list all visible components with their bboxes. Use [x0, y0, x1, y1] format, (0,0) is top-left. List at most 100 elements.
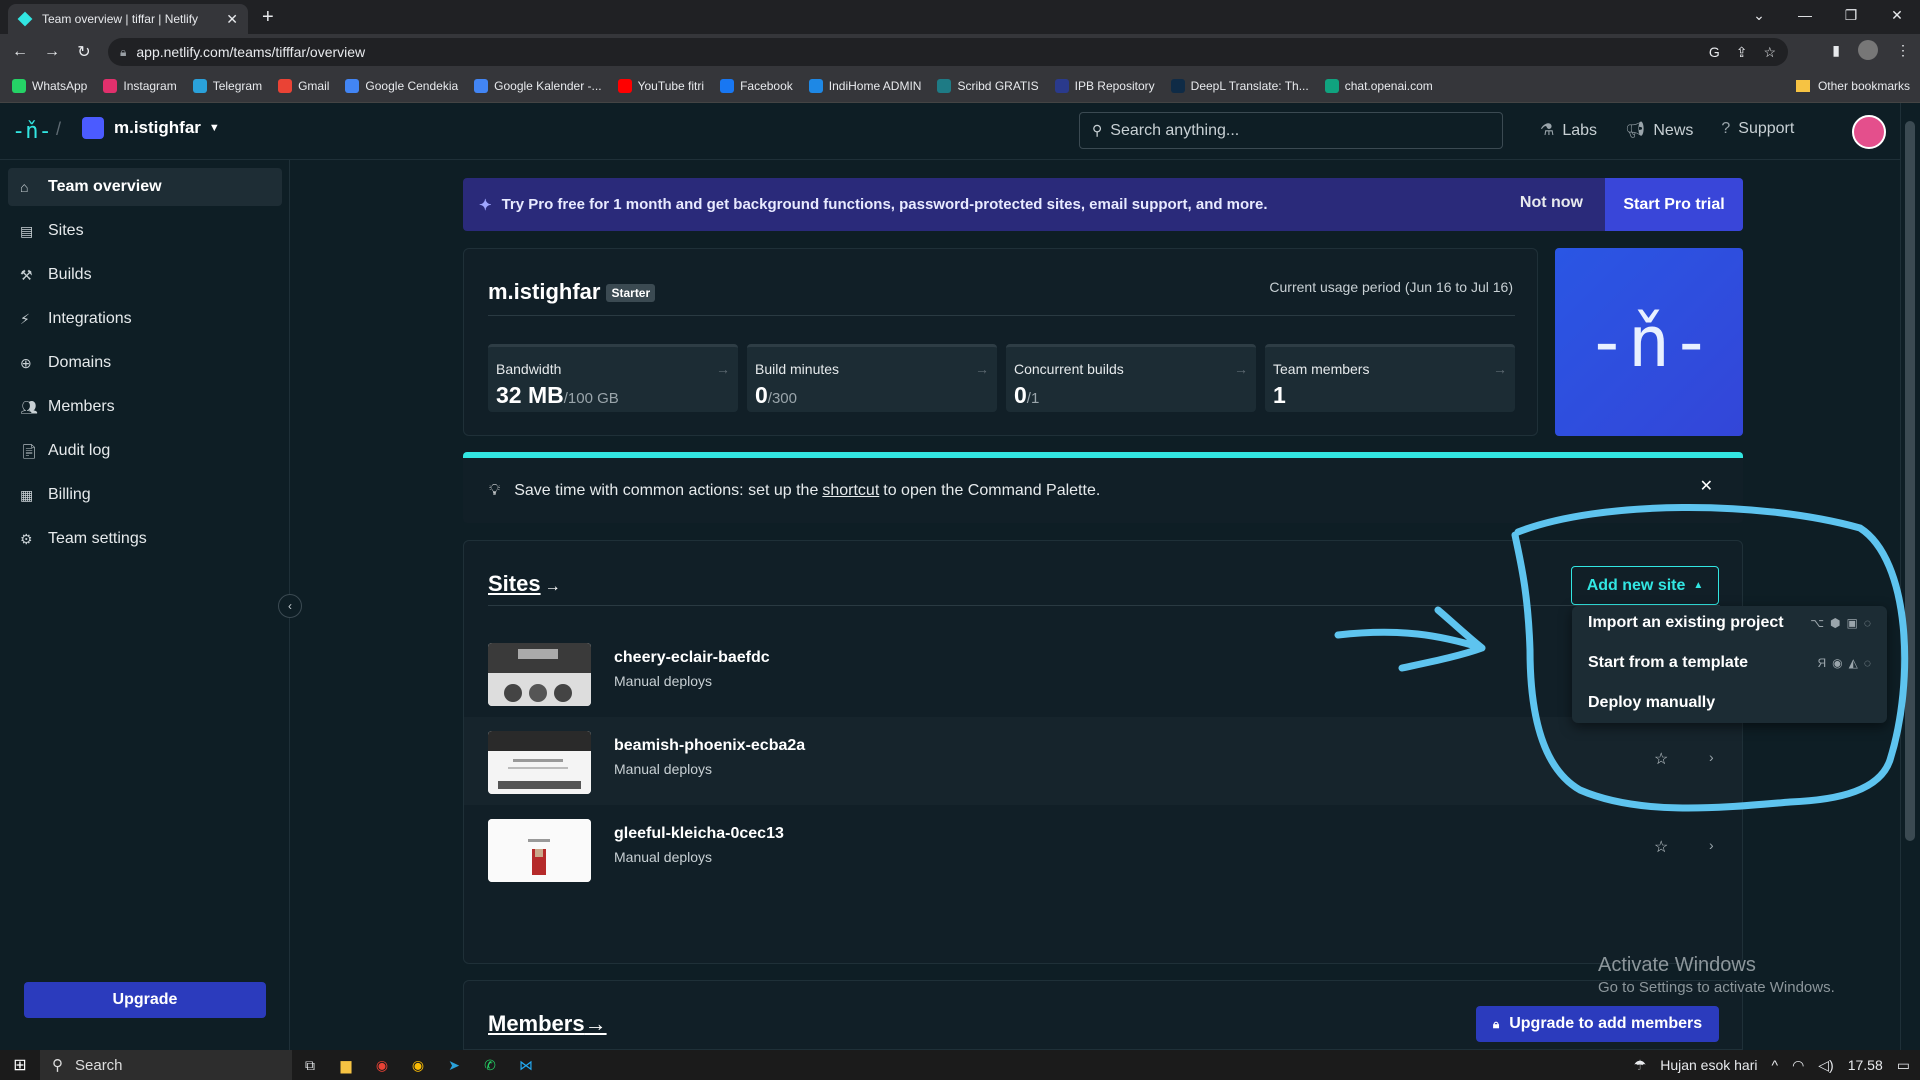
add-new-site-button[interactable]: Add new site ▲: [1571, 566, 1719, 605]
site-row[interactable]: beamish-phoenix-ecba2a Manual deploys ☆ …: [464, 717, 1742, 805]
sidebar-item-members[interactable]: 👥︎ Members: [8, 388, 282, 426]
weather-icon[interactable]: ☂: [1634, 1057, 1647, 1074]
sites-heading-link[interactable]: Sites →: [488, 571, 561, 597]
bookmark-item[interactable]: Google Kalender -...: [474, 79, 602, 93]
bookmark-item[interactable]: DeepL Translate: Th...: [1170, 79, 1309, 93]
network-icon[interactable]: ◠: [1792, 1057, 1804, 1074]
start-pro-trial-button[interactable]: Start Pro trial: [1605, 178, 1743, 231]
divider: [488, 605, 1720, 606]
import-existing-project-option[interactable]: Import an existing project: [1588, 614, 1784, 632]
sidebar-item-billing[interactable]: ▦ Billing: [8, 476, 282, 514]
share-icon[interactable]: ⇪: [1736, 44, 1748, 61]
browser-tab[interactable]: Team overview | tiffar | Netlify ✕: [8, 4, 248, 34]
bookmark-item[interactable]: YouTube fitri: [617, 79, 704, 93]
telegram-icon[interactable]: ➤: [436, 1057, 472, 1074]
bookmark-item[interactable]: WhatsApp: [12, 79, 87, 93]
google-icon[interactable]: G: [1709, 44, 1720, 61]
system-tray: ☂ Hujan esok hari ^ ◠ ◁) 17.58 ▭: [1634, 1057, 1910, 1074]
start-from-template-option[interactable]: Start from a template: [1588, 654, 1748, 672]
collapse-sidebar-icon[interactable]: ‹: [278, 594, 302, 618]
tip-text-after: to open the Command Palette.: [883, 481, 1101, 499]
close-icon[interactable]: ✕: [1700, 476, 1713, 496]
bookmark-item[interactable]: Google Cendekia: [345, 79, 458, 93]
windows-start-icon[interactable]: ⊞: [0, 1055, 40, 1075]
notification-icon[interactable]: ▭: [1897, 1057, 1910, 1074]
new-tab-button[interactable]: +: [262, 6, 274, 29]
sidebar-item-team-overview[interactable]: ⌂ Team overview: [8, 168, 282, 206]
close-tab-icon[interactable]: ✕: [226, 11, 238, 28]
bookmark-item[interactable]: Scribd GRATIS: [937, 79, 1039, 93]
bookmark-favicon-icon: [1054, 79, 1069, 93]
bookmark-favicon-icon: [1324, 79, 1339, 93]
close-window-button[interactable]: ✕: [1874, 7, 1920, 24]
tab-search-icon[interactable]: ⌄: [1736, 7, 1782, 24]
whatsapp-icon[interactable]: ✆: [472, 1057, 508, 1074]
stat-concurrent-builds[interactable]: Concurrent builds 0/1 →: [1006, 344, 1256, 412]
tab-bar: Team overview | tiffar | Netlify ✕ + ⌄ —…: [0, 0, 1920, 34]
deploy-manually-option[interactable]: Deploy manually: [1588, 694, 1715, 712]
upgrade-to-add-members-button[interactable]: 🔒︎ Upgrade to add members: [1476, 1006, 1719, 1042]
labs-link[interactable]: ⚗ Labs: [1540, 120, 1597, 140]
menu-icon[interactable]: ⋮: [1896, 42, 1910, 59]
volume-icon[interactable]: ◁): [1818, 1057, 1833, 1074]
star-icon[interactable]: ☆: [1654, 837, 1668, 857]
tray-chevron-icon[interactable]: ^: [1771, 1057, 1778, 1073]
address-bar[interactable]: 🔒︎ app.netlify.com/teams/tifffar/overvie…: [108, 38, 1788, 66]
bookmark-item[interactable]: chat.openai.com: [1324, 79, 1433, 93]
user-avatar[interactable]: [1852, 115, 1886, 149]
chevron-up-icon: ▲: [1693, 580, 1704, 591]
support-link[interactable]: ? Support: [1721, 120, 1794, 140]
shortcut-link[interactable]: shortcut: [822, 482, 879, 500]
back-icon[interactable]: ←: [8, 43, 32, 61]
lock-icon[interactable]: 🔒︎: [120, 45, 126, 60]
chevron-right-icon[interactable]: ›: [1709, 749, 1714, 765]
not-now-button[interactable]: Not now: [1520, 194, 1583, 212]
sidebar-item-builds[interactable]: ⚒ Builds: [8, 256, 282, 294]
bookmark-item[interactable]: Instagram: [103, 79, 177, 93]
weather-text[interactable]: Hujan esok hari: [1660, 1057, 1757, 1073]
bookmark-star-icon[interactable]: ☆: [1763, 44, 1776, 61]
bookmark-item[interactable]: IPB Repository: [1054, 79, 1155, 93]
stat-build-minutes[interactable]: Build minutes 0/300 →: [747, 344, 997, 412]
other-bookmarks[interactable]: Other bookmarks: [1795, 79, 1910, 93]
bookmark-item[interactable]: Facebook: [720, 79, 793, 93]
profile-avatar[interactable]: [1858, 40, 1878, 60]
restore-button[interactable]: ❐: [1828, 7, 1874, 24]
members-heading-link[interactable]: Members→: [488, 1011, 607, 1037]
netlify-logo-icon[interactable]: -ň-: [12, 117, 52, 147]
stat-team-members[interactable]: Team members 1 →: [1265, 344, 1515, 412]
search-input[interactable]: ⚲ Search anything...: [1079, 112, 1503, 149]
news-link[interactable]: 📢︎ News: [1625, 120, 1693, 140]
sidepanel-icon[interactable]: ▮: [1832, 42, 1840, 59]
scrollbar-thumb[interactable]: [1905, 121, 1915, 841]
bookmark-item[interactable]: Telegram: [192, 79, 262, 93]
chrome-profile-icon[interactable]: ◉: [400, 1057, 436, 1074]
reload-icon[interactable]: ↻: [72, 42, 96, 62]
stat-bandwidth[interactable]: Bandwidth 32 MB/100 GB →: [488, 344, 738, 412]
task-view-icon[interactable]: ⧉: [292, 1057, 328, 1074]
chevron-right-icon[interactable]: ›: [1709, 837, 1714, 853]
chrome-icon[interactable]: ◉: [364, 1057, 400, 1074]
page-scrollbar[interactable]: [1900, 103, 1920, 1050]
minimize-button[interactable]: —: [1782, 7, 1828, 23]
sidebar-item-integrations[interactable]: ⚡︎ Integrations: [8, 300, 282, 338]
vscode-icon[interactable]: ⋈: [508, 1057, 544, 1074]
bookmark-item[interactable]: Gmail: [278, 79, 329, 93]
sidebar-item-team-settings[interactable]: ⚙ Team settings: [8, 520, 282, 558]
netlify-favicon-icon: [17, 11, 33, 27]
taskbar-search[interactable]: ⚲ Search: [40, 1050, 292, 1080]
site-row[interactable]: gleeful-kleicha-0cec13 Manual deploys ☆ …: [464, 805, 1742, 893]
sidebar-item-domains[interactable]: ⊕ Domains: [8, 344, 282, 382]
file-explorer-icon[interactable]: ▆: [328, 1057, 364, 1074]
upgrade-button[interactable]: Upgrade: [24, 982, 266, 1018]
site-row[interactable]: cheery-eclair-baefdc Manual deploys: [464, 629, 1742, 717]
star-icon[interactable]: ☆: [1654, 749, 1668, 769]
sidebar-item-sites[interactable]: ▤ Sites: [8, 212, 282, 250]
forward-icon[interactable]: →: [40, 43, 64, 61]
arrow-right-icon: →: [975, 361, 989, 377]
clock[interactable]: 17.58: [1848, 1057, 1883, 1073]
bookmark-item[interactable]: IndiHome ADMIN: [808, 79, 921, 93]
netlify-promo-card[interactable]: -ň-: [1555, 248, 1743, 436]
team-selector[interactable]: m.istighfar ▼: [82, 117, 220, 139]
sidebar-item-audit-log[interactable]: 📄︎ Audit log: [8, 432, 282, 470]
